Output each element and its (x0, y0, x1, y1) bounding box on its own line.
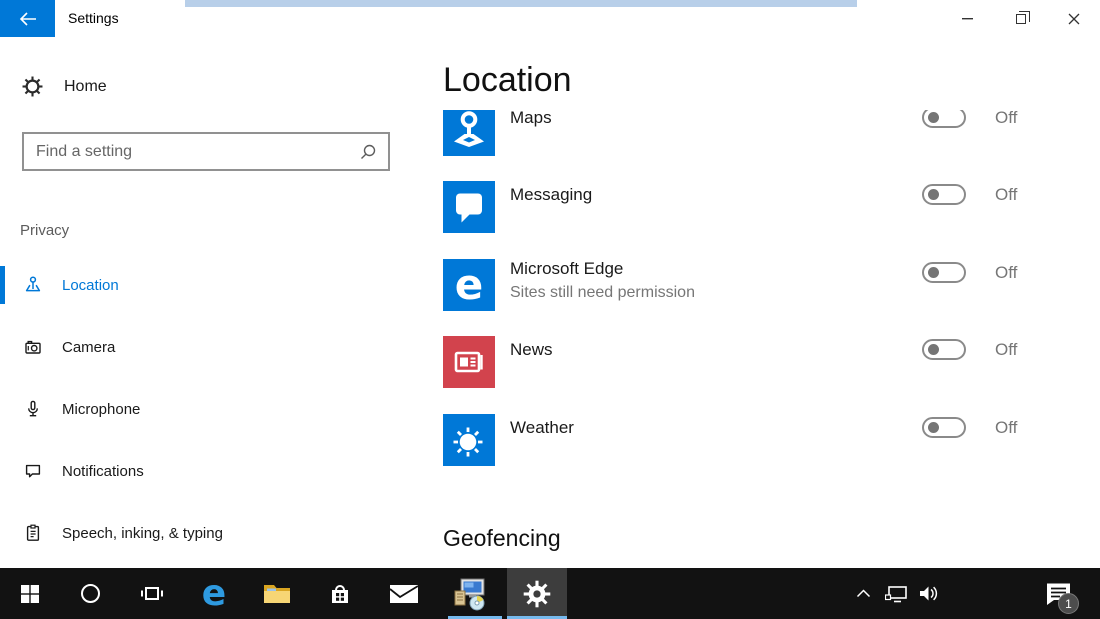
task-view-icon (140, 585, 164, 603)
gear-icon (22, 76, 43, 97)
weather-tile-icon (443, 414, 495, 466)
search-icon[interactable] (348, 143, 388, 161)
restore-button[interactable] (994, 0, 1047, 37)
sidebar-section-privacy: Privacy (20, 222, 69, 239)
sidebar-home-label: Home (64, 78, 107, 96)
close-button[interactable] (1047, 0, 1100, 37)
location-icon (22, 275, 44, 295)
mail-icon (389, 584, 419, 604)
sidebar-item-label: Notifications (62, 463, 144, 480)
edge-icon: e (202, 576, 226, 612)
window-controls (941, 0, 1100, 37)
toggle-state-label: Off (995, 185, 1017, 205)
cortana-button[interactable] (66, 568, 114, 619)
app-row-weather: Weather Off (443, 414, 1093, 466)
app-row-maps: Maps Off (443, 104, 1093, 156)
volume-tray-button[interactable] (910, 568, 946, 619)
close-icon (1068, 13, 1080, 25)
app-name: Maps (510, 108, 552, 128)
news-toggle[interactable] (922, 339, 966, 360)
search-input[interactable] (24, 143, 348, 161)
sidebar-item-notifications[interactable]: Notifications (0, 449, 430, 493)
edge-e-glyph: e (455, 264, 484, 306)
app-name: Messaging (510, 185, 592, 205)
toggle-knob (928, 422, 939, 433)
toggle-knob (928, 189, 939, 200)
app-name: Microsoft Edge (510, 259, 623, 279)
notification-badge: 1 (1058, 593, 1079, 614)
settings-search-box[interactable] (22, 132, 390, 171)
restore-icon (1016, 14, 1026, 24)
window-title: Settings (68, 10, 119, 26)
sidebar-item-label: Location (62, 277, 119, 294)
sidebar-item-home[interactable]: Home (22, 76, 107, 97)
toggle-state-label: Off (995, 108, 1017, 128)
app-row-news: News Off (443, 336, 1093, 388)
sidebar-item-camera[interactable]: Camera (0, 325, 430, 369)
taskbar: e (0, 568, 1100, 619)
news-tile-icon (443, 336, 495, 388)
sidebar-item-label: Speech, inking, & typing (62, 525, 223, 542)
toggle-knob (928, 112, 939, 123)
notifications-icon (22, 461, 44, 481)
toggle-state-label: Off (995, 263, 1017, 283)
app-subtitle: Sites still need permission (510, 284, 695, 302)
app-name: Weather (510, 418, 574, 438)
app-row-microsoft-edge: e Microsoft Edge Sites still need permis… (443, 259, 1093, 311)
back-button[interactable] (0, 0, 55, 37)
top-accent-strip (185, 0, 857, 7)
settings-taskbar-button[interactable] (513, 568, 561, 619)
file-explorer-icon (263, 583, 291, 605)
sidebar-item-microphone[interactable]: Microphone (0, 387, 430, 431)
edge-tile-icon: e (443, 259, 495, 311)
messaging-toggle[interactable] (922, 184, 966, 205)
section-title-geofencing: Geofencing (443, 525, 561, 552)
volume-icon (918, 585, 939, 602)
installer-icon (453, 577, 487, 611)
windows-logo-icon (21, 585, 39, 603)
start-button[interactable] (6, 568, 54, 619)
messaging-tile-icon (443, 181, 495, 233)
mail-button[interactable] (380, 568, 428, 619)
minimize-button[interactable] (941, 0, 994, 37)
store-icon (328, 582, 352, 606)
settings-window: Settings Home (0, 0, 1100, 619)
sidebar-item-speech-inking-typing[interactable]: Speech, inking, & typing (0, 511, 430, 555)
maps-tile-icon (443, 104, 495, 156)
store-button[interactable] (316, 568, 364, 619)
tray-chevron-button[interactable] (845, 568, 881, 619)
page-header: Location (431, 37, 1100, 110)
task-view-button[interactable] (128, 568, 176, 619)
selection-indicator (0, 266, 5, 304)
maps-toggle[interactable] (922, 107, 966, 128)
speech-inking-typing-icon (22, 523, 44, 543)
camera-icon (22, 337, 44, 357)
toggle-state-label: Off (995, 418, 1017, 438)
toggle-knob (928, 267, 939, 278)
weather-toggle[interactable] (922, 417, 966, 438)
network-tray-button[interactable] (878, 568, 914, 619)
file-explorer-button[interactable] (253, 568, 301, 619)
page-title: Location (443, 61, 572, 100)
settings-gear-icon (523, 580, 551, 608)
app-name: News (510, 340, 553, 360)
installer-button[interactable] (446, 568, 494, 619)
minimize-icon (962, 18, 973, 20)
edge-toggle[interactable] (922, 262, 966, 283)
back-arrow-icon (19, 12, 37, 26)
toggle-state-label: Off (995, 340, 1017, 360)
network-icon (885, 585, 908, 603)
microphone-icon (22, 399, 44, 419)
edge-taskbar-button[interactable]: e (190, 568, 238, 619)
sidebar-item-location[interactable]: Location (0, 263, 430, 307)
chevron-up-icon (856, 589, 871, 598)
cortana-icon (81, 584, 100, 603)
toggle-knob (928, 344, 939, 355)
app-row-messaging: Messaging Off (443, 181, 1093, 233)
sidebar-item-label: Camera (62, 339, 115, 356)
sidebar-item-label: Microphone (62, 401, 140, 418)
